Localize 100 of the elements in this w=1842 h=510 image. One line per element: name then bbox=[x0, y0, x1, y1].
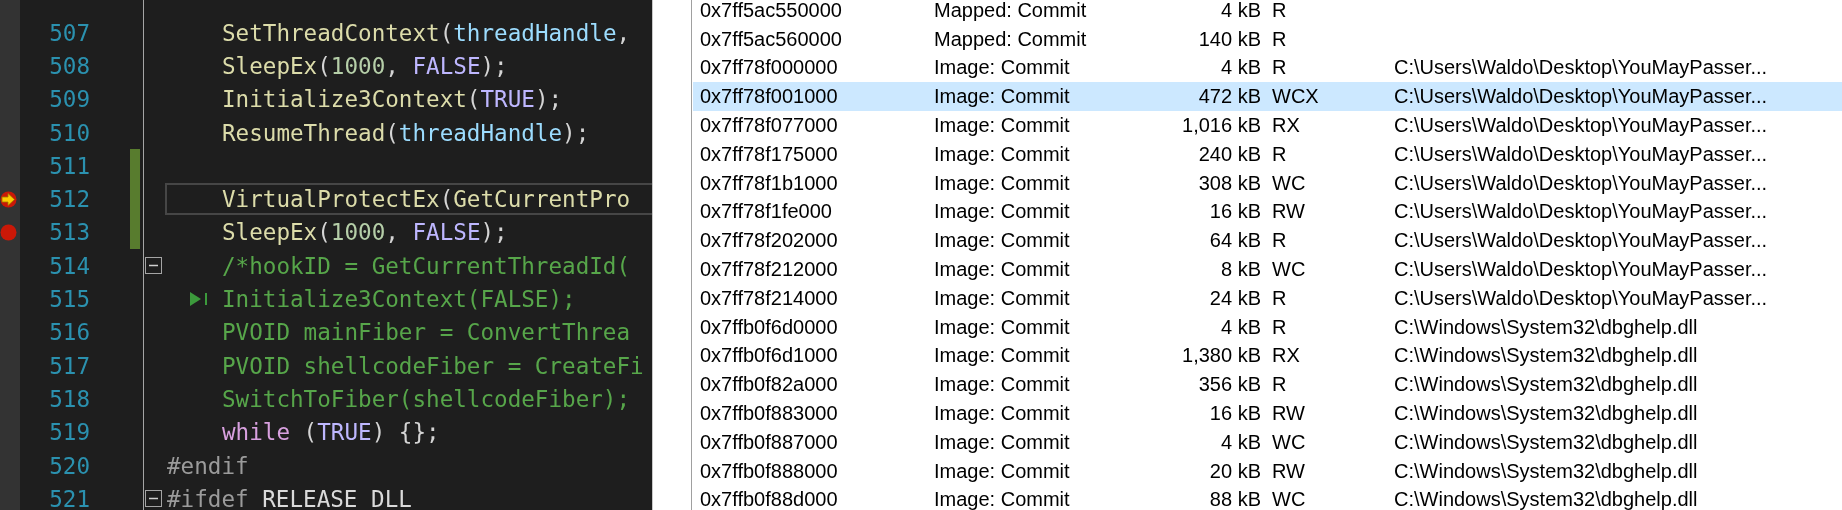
table-cell-text: 0x7ff78f212000 bbox=[699, 258, 839, 282]
table-row[interactable]: 0x7ff5ac560000 Mapped: Commit 140 kB R bbox=[693, 24, 1842, 54]
code-line: Initialize3Context(TRUE); bbox=[222, 85, 563, 113]
table-cell-text: C:\Users\Waldo\Desktop\YouMayPasser... bbox=[1394, 85, 1769, 109]
table-cell-text: R bbox=[1271, 315, 1288, 339]
table-cell-text: C:\Users\Waldo\Desktop\YouMayPasser... bbox=[1394, 142, 1769, 166]
table-cell-text: R bbox=[1271, 373, 1288, 397]
table-row[interactable]: 0x7ff78f1b1000 Image: Commit 308 kB WC C:\Users\Waldo\Desktop\YouMayPasser... bbox=[693, 168, 1842, 198]
line-number: 512 bbox=[48, 185, 90, 215]
table-cell-text: C:\Users\Waldo\Desktop\YouMayPasser... bbox=[1394, 258, 1769, 282]
table-cell-text: C:\Windows\System32\dbghelp.dll bbox=[1394, 373, 1699, 397]
table-cell-text: C:\Users\Waldo\Desktop\YouMayPasser... bbox=[1394, 171, 1769, 195]
table-cell-text: C:\Windows\System32\dbghelp.dll bbox=[1394, 488, 1699, 510]
table-cell-text: RX bbox=[1271, 114, 1301, 138]
code-line: #endif bbox=[167, 451, 249, 480]
table-cell-text: 88 kB bbox=[1208, 488, 1261, 510]
table-row[interactable]: 0x7ff78f1fe000 Image: Commit 16 kB RW C:\Users\Waldo\Desktop\YouMayPasser... bbox=[693, 197, 1842, 227]
table-row[interactable]: 0x7ffb0f888000 Image: Commit 20 kB RW C:\Windows\System32\dbghelp.dll bbox=[693, 456, 1842, 486]
table-row[interactable]: 0x7ff78f001000 Image: Commit 472 kB WCX C:\Users\Waldo\Desktop\YouMayPasser... bbox=[693, 82, 1842, 112]
table-cell-text: 0x7ff78f1b1000 bbox=[699, 171, 839, 195]
table-row[interactable]: 0x7ff78f000000 Image: Commit 4 kB R C:\Users\Waldo\Desktop\YouMayPasser... bbox=[693, 53, 1842, 83]
table-cell-text: 0x7ff5ac550000 bbox=[699, 0, 843, 22]
line-number: 518 bbox=[48, 384, 90, 414]
table-cell-text: WCX bbox=[1271, 85, 1320, 109]
table-cell-text: 4 kB bbox=[1219, 56, 1261, 80]
table-cell-text: Mapped: Commit bbox=[934, 0, 1088, 22]
table-cell-text: WC bbox=[1271, 171, 1307, 195]
table-cell-text: C:\Windows\System32\dbghelp.dll bbox=[1394, 430, 1699, 454]
table-row[interactable]: 0x7ff78f175000 Image: Commit 240 kB R C:\Users\Waldo\Desktop\YouMayPasser... bbox=[693, 140, 1842, 169]
table-cell-text: 64 kB bbox=[1208, 229, 1261, 253]
table-cell-text: Mapped: Commit bbox=[934, 27, 1088, 51]
splitter[interactable] bbox=[652, 0, 692, 510]
line-number: 517 bbox=[48, 351, 90, 381]
line-number: 519 bbox=[48, 418, 90, 448]
line-number: 508 bbox=[48, 51, 90, 81]
table-cell-text: 1,380 kB bbox=[1181, 344, 1261, 368]
table-cell-text: Image: Commit bbox=[934, 344, 1071, 368]
table-cell-text: 8 kB bbox=[1219, 258, 1261, 282]
code-line: #ifdef RELEASE_DLL bbox=[167, 485, 412, 510]
table-cell-text: 0x7ffb0f888000 bbox=[699, 459, 839, 483]
table-cell-text: Image: Commit bbox=[934, 459, 1071, 483]
table-row[interactable]: 0x7ff5ac550000 Mapped: Commit 4 kB R bbox=[693, 0, 1842, 25]
table-cell-text: 0x7ff78f001000 bbox=[699, 85, 839, 109]
table-cell-text: WC bbox=[1271, 488, 1307, 510]
table-cell-text: 0x7ffb0f6d1000 bbox=[699, 344, 839, 368]
table-cell-text: 140 kB bbox=[1197, 27, 1261, 51]
table-cell-text: 1,016 kB bbox=[1181, 114, 1261, 138]
code-line: SleepEx(1000, FALSE); bbox=[222, 52, 508, 80]
table-cell-text: Image: Commit bbox=[934, 286, 1071, 310]
table-cell-text: 0x7ff78f000000 bbox=[699, 56, 839, 80]
table-cell-text: 0x7ffb0f883000 bbox=[699, 402, 839, 426]
breakpoint-arrow-icon[interactable] bbox=[0, 190, 17, 208]
table-row[interactable]: 0x7ffb0f887000 Image: Commit 4 kB WC C:\Windows\System32\dbghelp.dll bbox=[693, 427, 1842, 457]
table-cell-text: 16 kB bbox=[1208, 200, 1261, 224]
table-row[interactable]: 0x7ffb0f883000 Image: Commit 16 kB RW C:\Windows\System32\dbghelp.dll bbox=[693, 399, 1842, 428]
code-line: SwitchToFiber(shellcodeFiber); bbox=[222, 385, 631, 413]
table-cell-text: R bbox=[1271, 0, 1288, 22]
line-number: 510 bbox=[48, 118, 90, 148]
table-row[interactable]: 0x7ff78f202000 Image: Commit 64 kB R C:\Users\Waldo\Desktop\YouMayPasser... bbox=[693, 226, 1842, 256]
table-cell-text: RW bbox=[1271, 402, 1306, 426]
collapse-toggle[interactable] bbox=[145, 490, 162, 508]
table-cell-text: 0x7ff78f077000 bbox=[699, 114, 839, 138]
table-cell-text: 16 kB bbox=[1208, 402, 1261, 426]
line-number: 514 bbox=[48, 251, 90, 281]
table-cell-text: 308 kB bbox=[1197, 171, 1261, 195]
collapse-toggle[interactable] bbox=[145, 257, 162, 275]
table-cell-text: RW bbox=[1271, 459, 1306, 483]
code-line: /*hookID = GetCurrentThreadId( bbox=[222, 252, 631, 280]
table-cell-text: C:\Users\Waldo\Desktop\YouMayPasser... bbox=[1394, 56, 1769, 80]
line-number: 521 bbox=[48, 484, 90, 510]
table-row[interactable]: 0x7ff78f214000 Image: Commit 24 kB R C:\Users\Waldo\Desktop\YouMayPasser... bbox=[693, 283, 1842, 313]
table-cell-text: C:\Windows\System32\dbghelp.dll bbox=[1394, 402, 1699, 426]
table-row[interactable]: 0x7ff78f212000 Image: Commit 8 kB WC C:\Users\Waldo\Desktop\YouMayPasser... bbox=[693, 255, 1842, 284]
table-cell-text: 0x7ff78f214000 bbox=[699, 286, 839, 310]
table-cell-text: C:\Users\Waldo\Desktop\YouMayPasser... bbox=[1394, 114, 1769, 138]
table-row[interactable]: 0x7ff78f077000 Image: Commit 1,016 kB RX C:\Users\Waldo\Desktop\YouMayPasser... bbox=[693, 111, 1842, 140]
table-cell-text: 20 kB bbox=[1208, 459, 1261, 483]
table-cell-text: 356 kB bbox=[1197, 373, 1261, 397]
table-cell-text: R bbox=[1271, 142, 1288, 166]
run-to-cursor-icon[interactable] bbox=[189, 291, 209, 308]
line-number: 509 bbox=[48, 85, 90, 115]
table-row[interactable]: 0x7ffb0f6d1000 Image: Commit 1,380 kB RX C:\Windows\System32\dbghelp.dll bbox=[693, 341, 1842, 371]
table-cell-text: C:\Users\Waldo\Desktop\YouMayPasser... bbox=[1394, 229, 1769, 253]
table-row[interactable]: 0x7ffb0f88d000 Image: Commit 88 kB WC C:\Windows\System32\dbghelp.dll bbox=[693, 485, 1842, 510]
code-line: Initialize3Context(FALSE); bbox=[222, 285, 576, 313]
code-line: PVOID mainFiber = ConvertThrea bbox=[222, 318, 631, 346]
table-row[interactable]: 0x7ffb0f82a000 Image: Commit 356 kB R C:\Windows\System32\dbghelp.dll bbox=[693, 370, 1842, 400]
table-cell-text: 0x7ffb0f88d000 bbox=[699, 488, 839, 510]
code-line: VirtualProtectEx(GetCurrentPro bbox=[222, 185, 631, 213]
table-cell-text: WC bbox=[1271, 258, 1307, 282]
table-cell-text: Image: Commit bbox=[934, 315, 1071, 339]
table-cell-text: Image: Commit bbox=[934, 258, 1071, 282]
table-cell-text: Image: Commit bbox=[934, 85, 1071, 109]
table-row[interactable]: 0x7ffb0f6d0000 Image: Commit 4 kB R C:\Windows\System32\dbghelp.dll bbox=[693, 312, 1842, 342]
code-line: while (TRUE) {}; bbox=[222, 418, 440, 446]
table-cell-text: R bbox=[1271, 56, 1288, 80]
line-number: 511 bbox=[48, 151, 90, 181]
line-number: 513 bbox=[48, 218, 90, 248]
table-cell-text: 0x7ff78f1fe000 bbox=[699, 200, 833, 224]
table-cell-text: Image: Commit bbox=[934, 114, 1071, 138]
